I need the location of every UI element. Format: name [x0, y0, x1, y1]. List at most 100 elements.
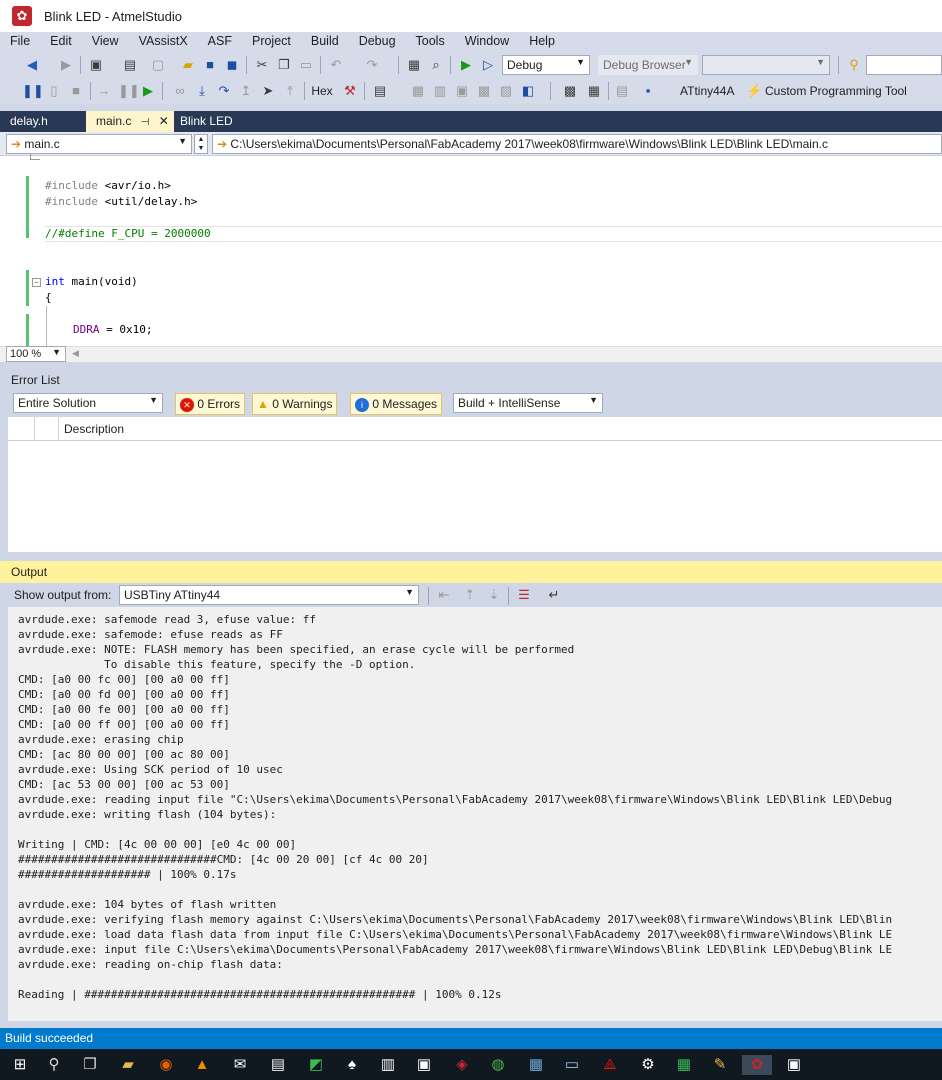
tab-delay-h[interactable]: delay.h: [0, 111, 86, 132]
path-select[interactable]: ➔ C:\Users\ekima\Documents\Personal\FabA…: [212, 134, 942, 154]
windows-icon[interactable]: ▤: [372, 83, 388, 99]
next-message-icon[interactable]: ⇣: [486, 587, 502, 603]
firefox-icon[interactable]: ◉: [156, 1055, 176, 1075]
tab-blink-led[interactable]: Blink LED: [170, 111, 250, 132]
trace-icon[interactable]: ▤: [614, 83, 630, 99]
menu-file[interactable]: File: [0, 32, 40, 52]
notepad-icon[interactable]: ▥: [378, 1055, 398, 1075]
security-icon[interactable]: ▣: [784, 1055, 804, 1075]
scroll-left-icon[interactable]: ◀: [72, 348, 79, 359]
menu-build[interactable]: Build: [301, 32, 349, 52]
locals-icon[interactable]: ◧: [520, 83, 536, 99]
mail-icon[interactable]: ✉: [230, 1055, 250, 1075]
stop-debugging-icon[interactable]: ■: [68, 83, 84, 99]
menu-tools[interactable]: Tools: [406, 32, 455, 52]
acrobat-icon[interactable]: ⟁: [600, 1055, 620, 1075]
configuration-select[interactable]: Debug ▼: [502, 55, 590, 75]
clear-all-icon[interactable]: ☰: [516, 587, 532, 603]
programming-tool-icon[interactable]: ⚡: [746, 83, 762, 99]
search-input[interactable]: [866, 55, 942, 75]
excel-icon[interactable]: ▦: [674, 1055, 694, 1075]
messages-filter-button[interactable]: i 0 Messages: [350, 393, 443, 415]
device-programming-icon[interactable]: ▩: [562, 83, 578, 99]
reset-icon[interactable]: ⤒: [282, 83, 298, 99]
paint-icon[interactable]: ✎: [710, 1055, 730, 1075]
find-icon[interactable]: ⌕: [428, 57, 444, 73]
memory-icon[interactable]: ▦: [410, 83, 426, 99]
registers-icon[interactable]: ▥: [432, 83, 448, 99]
output-header[interactable]: Output: [0, 561, 942, 583]
photos-icon[interactable]: ▦: [526, 1055, 546, 1075]
solitaire-icon[interactable]: ♠: [342, 1055, 362, 1075]
close-icon[interactable]: ✕: [159, 114, 169, 128]
platform-select[interactable]: ▼: [702, 55, 830, 75]
menu-asf[interactable]: ASF: [198, 32, 242, 52]
processor-icon[interactable]: ▩: [476, 83, 492, 99]
continue-icon[interactable]: ▶: [140, 83, 156, 99]
undo-icon[interactable]: ↶: [328, 57, 344, 73]
code-editor[interactable]: #include <avr/io.h> #include <util/delay…: [0, 154, 942, 346]
build-filter-select[interactable]: Build + IntelliSense ▼: [453, 393, 603, 413]
device-chip-icon[interactable]: ▪: [640, 83, 656, 99]
chip-icon[interactable]: ▦: [586, 83, 602, 99]
hex-display-button[interactable]: Hex: [310, 83, 334, 99]
solution-explorer-icon[interactable]: ▦: [406, 57, 422, 73]
collapse-icon[interactable]: −: [32, 278, 41, 287]
terminal-icon[interactable]: ▣: [414, 1055, 434, 1075]
menu-view[interactable]: View: [82, 32, 129, 52]
menu-help[interactable]: Help: [519, 32, 565, 52]
scroll-stepper[interactable]: ▲ ▼: [194, 134, 208, 154]
chrome-icon[interactable]: ◍: [488, 1055, 508, 1075]
add-item-icon[interactable]: ▢: [150, 57, 166, 73]
pin-icon[interactable]: ⊣: [141, 117, 150, 128]
settings-gear-icon[interactable]: ⚙: [638, 1055, 658, 1075]
debug-browser-select[interactable]: Debug Browser ▼: [598, 55, 698, 75]
error-scope-select[interactable]: Entire Solution ▼: [13, 393, 163, 413]
copy-icon[interactable]: ❐: [276, 57, 292, 73]
menu-window[interactable]: Window: [455, 32, 519, 52]
new-file-icon[interactable]: ▤: [122, 57, 138, 73]
stop-icon[interactable]: ▯: [46, 83, 62, 99]
task-view-icon[interactable]: ❐: [80, 1055, 100, 1075]
remote-desktop-icon[interactable]: ▭: [562, 1055, 582, 1075]
break-all-icon[interactable]: ❚❚: [22, 83, 44, 99]
store-icon[interactable]: ▤: [268, 1055, 288, 1075]
word-wrap-icon[interactable]: ↵: [546, 587, 562, 603]
windows-start-icon[interactable]: ⊞: [10, 1055, 30, 1075]
start-debugging-icon[interactable]: ▶: [458, 57, 474, 73]
cut-icon[interactable]: ✂: [254, 57, 270, 73]
back-icon[interactable]: ◀: [24, 57, 40, 73]
open-folder-icon[interactable]: ▰: [180, 57, 196, 73]
show-next-statement-icon[interactable]: →: [96, 83, 112, 99]
vlc-icon[interactable]: ▲: [192, 1055, 212, 1075]
redo-icon[interactable]: ↷: [364, 57, 380, 73]
save-icon[interactable]: ■: [202, 57, 218, 73]
atmel-icon[interactable]: ◈: [452, 1055, 472, 1075]
menu-edit[interactable]: Edit: [40, 32, 82, 52]
previous-message-icon[interactable]: ⇡: [462, 587, 478, 603]
io-view-icon[interactable]: ▣: [454, 83, 470, 99]
atmel-studio-task-icon[interactable]: ✿: [742, 1055, 772, 1075]
run-to-cursor-icon[interactable]: ➤: [260, 83, 276, 99]
start-without-debugging-icon[interactable]: ▷: [480, 57, 496, 73]
file-explorer-icon[interactable]: ▰: [118, 1055, 138, 1075]
new-project-icon[interactable]: ▣: [88, 57, 104, 73]
step-into-icon[interactable]: ⤓: [194, 83, 210, 99]
paste-icon[interactable]: ▭: [298, 57, 314, 73]
toggle-breakpoints-icon[interactable]: ⚒: [342, 83, 358, 99]
tool-name[interactable]: Custom Programming Tool: [765, 84, 907, 98]
zoom-select[interactable]: 100 % ▼: [6, 346, 66, 362]
output-text-area[interactable]: avrdude.exe: safemode read 3, efuse valu…: [8, 607, 942, 1021]
step-over-icon[interactable]: ↷: [216, 83, 232, 99]
disassembly-icon[interactable]: ∞: [172, 83, 188, 99]
file-scope-select[interactable]: ➔ main.c ▼: [6, 134, 192, 154]
tab-main-c[interactable]: main.c ⊣ ✕: [86, 111, 174, 132]
menu-vassistx[interactable]: VAssistX: [129, 32, 198, 52]
save-all-icon[interactable]: ◼: [224, 57, 240, 73]
watch-icon[interactable]: ▨: [498, 83, 514, 99]
pause-icon[interactable]: ❚❚: [118, 83, 140, 99]
warnings-filter-button[interactable]: ▲ 0 Warnings: [252, 393, 338, 415]
search-icon[interactable]: ⚲: [44, 1055, 64, 1075]
atmel-studio-logo-icon[interactable]: ✿: [12, 6, 32, 26]
device-name[interactable]: ATtiny44A: [680, 84, 734, 98]
